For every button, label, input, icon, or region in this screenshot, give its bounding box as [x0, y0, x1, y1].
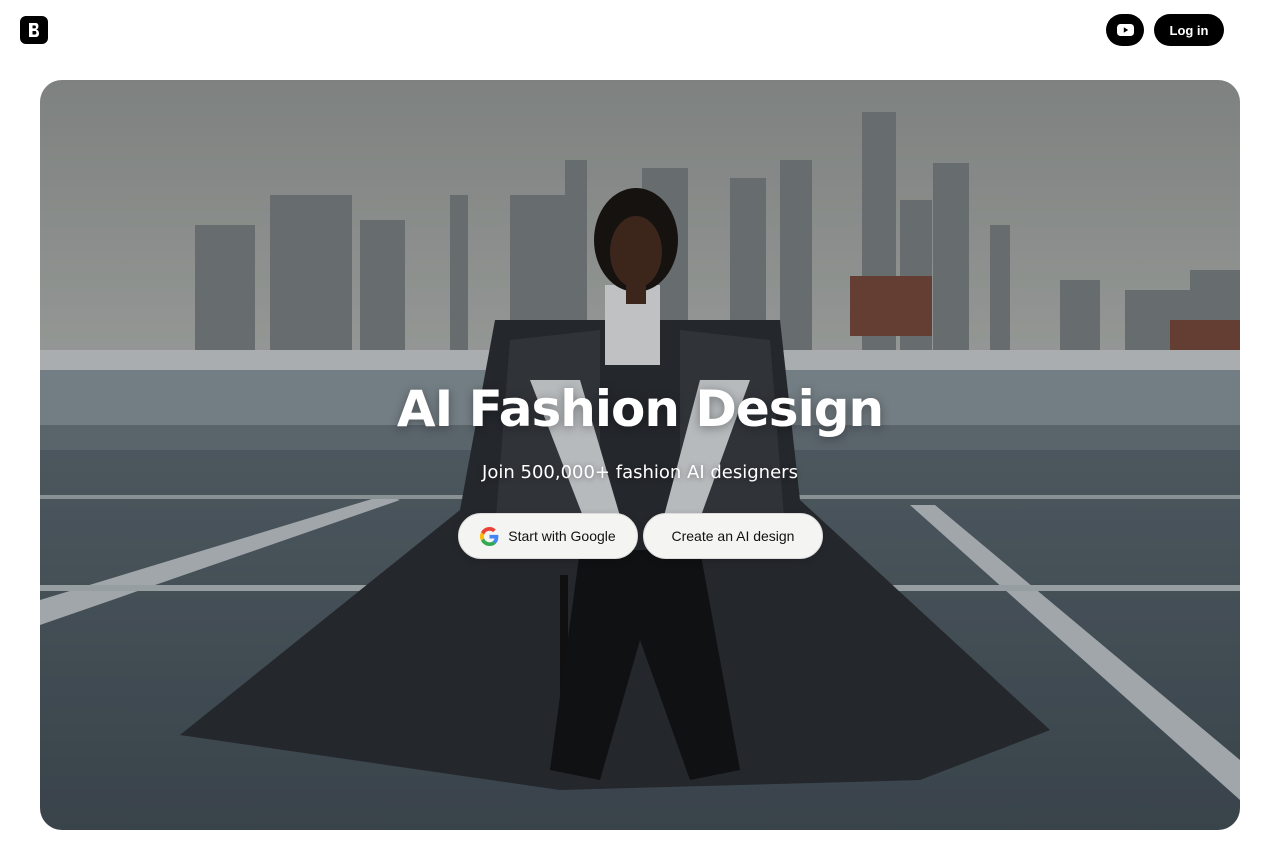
brand-logo-icon[interactable] — [20, 16, 48, 44]
hero-subtitle: Join 500,000+ fashion AI designers — [482, 462, 798, 483]
create-ai-design-label: Create an AI design — [671, 528, 795, 544]
hero-overlay — [40, 80, 1240, 830]
hero-title: AI Fashion Design — [396, 380, 884, 438]
top-navigation: Log in — [0, 0, 1280, 60]
youtube-icon — [1116, 24, 1134, 36]
start-with-google-label: Start with Google — [508, 528, 616, 544]
start-with-google-button[interactable]: Start with Google — [458, 513, 638, 559]
hero-banner: AI Fashion Design Join 500,000+ fashion … — [40, 80, 1240, 830]
google-icon — [480, 526, 499, 546]
login-button[interactable]: Log in — [1154, 14, 1224, 46]
youtube-button[interactable] — [1106, 14, 1144, 46]
create-ai-design-button[interactable]: Create an AI design — [643, 513, 823, 559]
